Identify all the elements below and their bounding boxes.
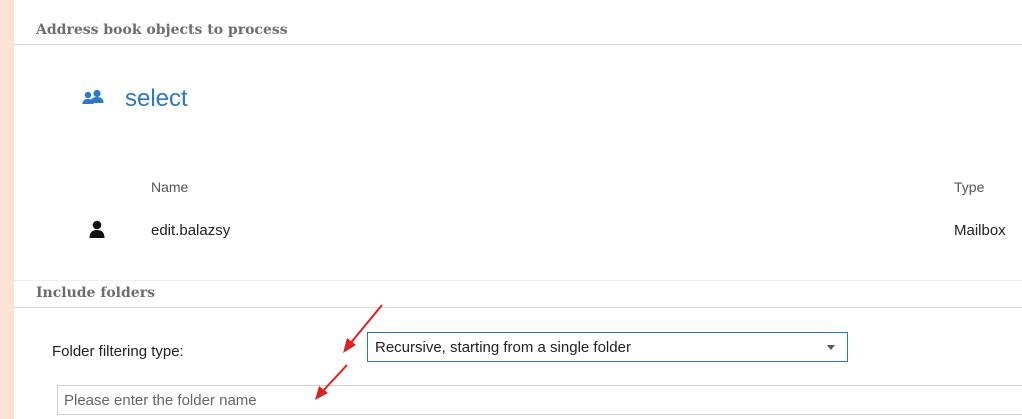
folder-filtering-type-select[interactable]: Recursive, starting from a single folder	[367, 332, 848, 362]
section-header-folders: Include folders	[14, 280, 1022, 308]
user-icon	[89, 220, 105, 238]
folder-filtering-type-value: Recursive, starting from a single folder	[375, 339, 631, 356]
column-header-type: Type	[954, 179, 985, 195]
row-type: Mailbox	[954, 222, 1006, 239]
column-header-name: Name	[151, 179, 189, 195]
folder-name-input[interactable]	[57, 385, 1022, 415]
section-title-folders: Include folders	[36, 285, 155, 301]
users-icon	[82, 89, 104, 104]
section-title-objects: Address book objects to process	[36, 22, 288, 38]
panel: Address book objects to process select N…	[14, 0, 1022, 419]
row-name: edit.balazsy	[151, 222, 231, 239]
section-header-objects: Address book objects to process	[14, 18, 1022, 45]
select-link[interactable]: select	[81, 82, 188, 116]
folder-filtering-type-label: Folder filtering type:	[52, 343, 184, 360]
table-row[interactable]: edit.balazsy Mailbox	[14, 213, 1022, 247]
chevron-down-icon[interactable]	[827, 345, 835, 350]
select-link-label: select	[125, 85, 188, 112]
